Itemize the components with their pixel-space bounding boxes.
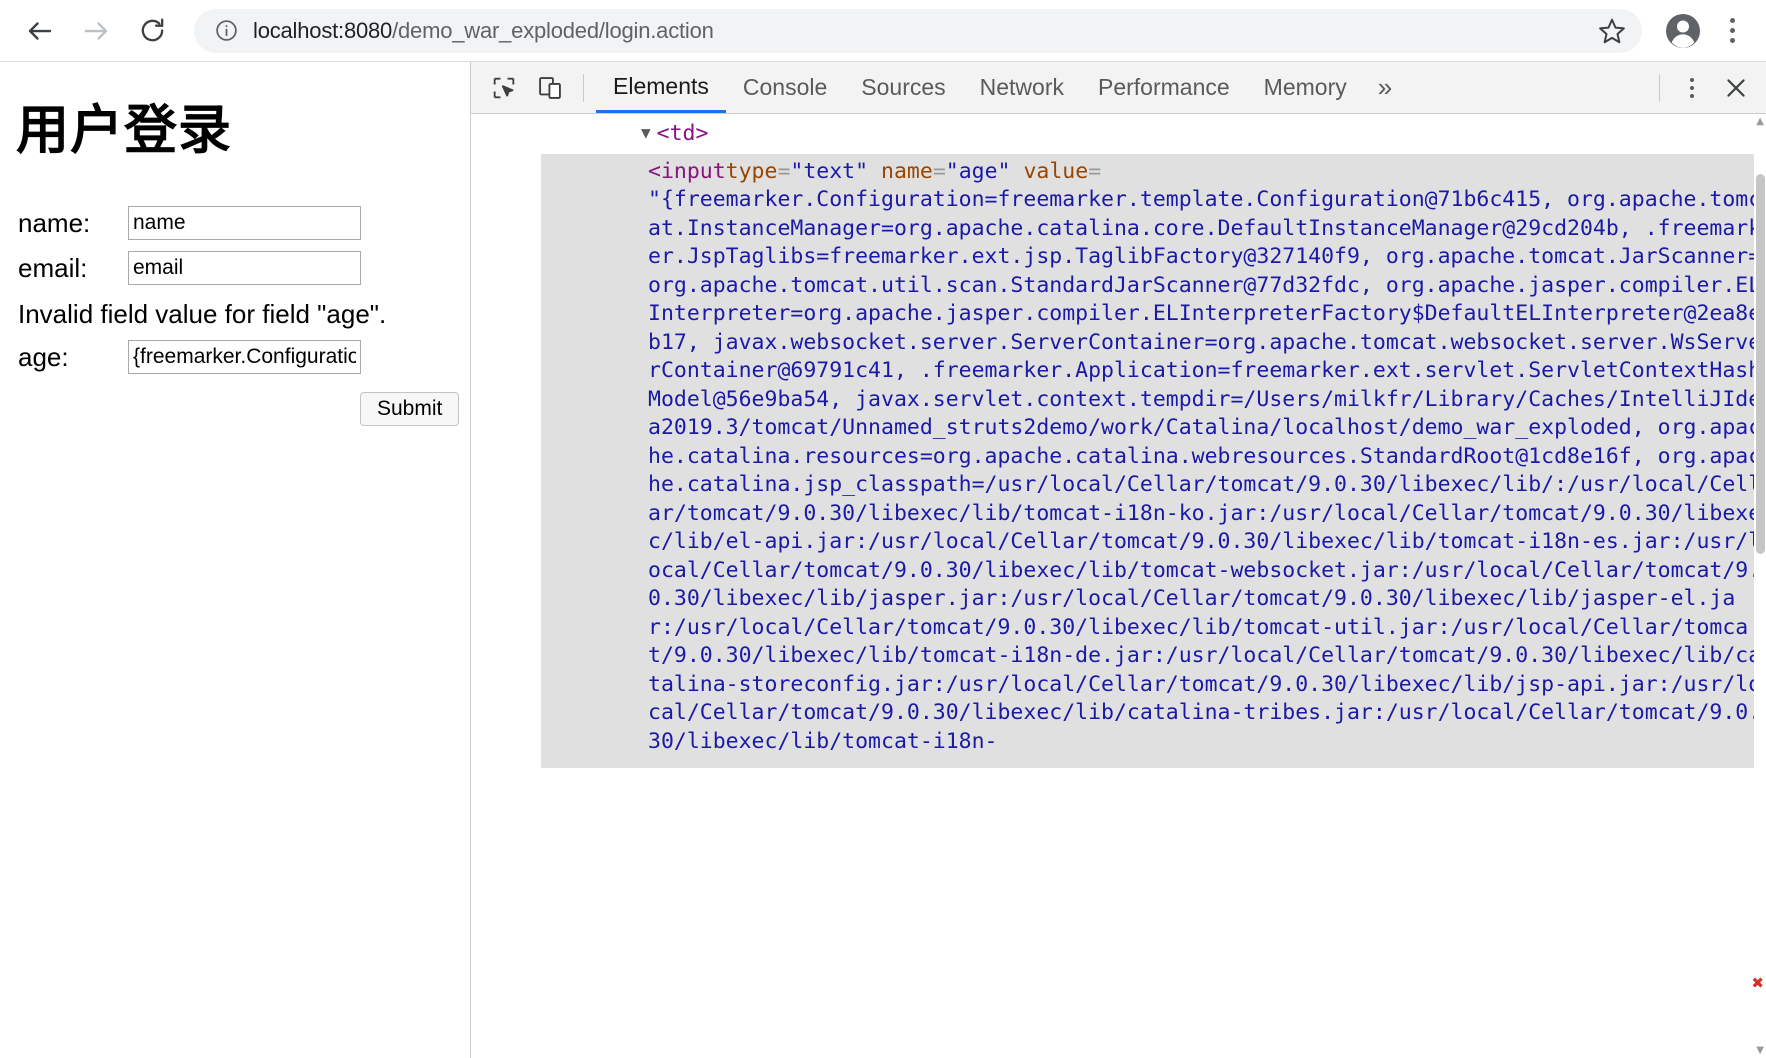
- email-input[interactable]: [128, 251, 361, 285]
- attr-type-name: type: [725, 158, 778, 184]
- name-label: name:: [18, 207, 91, 238]
- devtools-toolbar-right: [1647, 66, 1766, 110]
- scroll-down-arrow-icon[interactable]: ▼: [1756, 1045, 1764, 1056]
- email-label: email:: [18, 252, 88, 283]
- toolbar-divider: [583, 73, 584, 102]
- attr-value-name: value: [1023, 158, 1089, 184]
- close-devtools-icon[interactable]: [1712, 66, 1760, 110]
- attr-value-text: "{freemarker.Configuration=freemarker.te…: [648, 187, 1762, 754]
- attr-name-value: "age": [945, 158, 1011, 184]
- tree-node-input-selected[interactable]: ⋯ <inputtype="text" name="age" value= "{…: [541, 153, 1766, 768]
- star-icon[interactable]: [1592, 11, 1632, 51]
- tree-scroll-area[interactable]: ▼<td> ⋯ <inputtype="text" name="age" val…: [541, 114, 1766, 1058]
- age-input[interactable]: [128, 340, 361, 374]
- url-text[interactable]: localhost:8080/demo_war_exploded/login.a…: [253, 18, 1592, 44]
- forward-button[interactable]: [72, 7, 120, 55]
- back-button[interactable]: [16, 7, 64, 55]
- devtools-panel: Elements Console Sources Network Perform…: [470, 62, 1766, 1058]
- toolbar-divider: [1659, 73, 1660, 102]
- tab-elements[interactable]: Elements: [596, 62, 726, 113]
- devtools-vertical-scrollbar[interactable]: ▲ ▼ ✖: [1751, 114, 1766, 1058]
- url-path: /demo_war_exploded/login.action: [392, 17, 714, 43]
- browser-toolbar: localhost:8080/demo_war_exploded/login.a…: [0, 0, 1766, 62]
- inspect-element-icon[interactable]: [483, 67, 525, 109]
- attr-name-name: name: [881, 158, 933, 184]
- tree-node-input-open-tag: <inputtype="text" name="age" value=: [648, 158, 1102, 184]
- menu-dot: [1729, 28, 1735, 33]
- submit-row: Submit: [18, 392, 470, 426]
- form-row-name: name:: [18, 204, 470, 242]
- avatar[interactable]: [1662, 10, 1704, 52]
- tab-sources[interactable]: Sources: [844, 62, 962, 113]
- url-host: localhost:8080: [253, 17, 393, 43]
- address-bar[interactable]: localhost:8080/demo_war_exploded/login.a…: [194, 8, 1642, 53]
- name-input[interactable]: [128, 206, 361, 240]
- device-toolbar-icon[interactable]: [529, 67, 571, 109]
- tree-gutter: [471, 114, 541, 1058]
- login-form: name: email: Invalid field value for fie…: [0, 204, 470, 426]
- field-error-message: Invalid field value for field "age".: [18, 299, 387, 329]
- forward-arrow-icon: [81, 16, 111, 46]
- back-arrow-icon: [25, 16, 55, 46]
- devtools-toolbar: Elements Console Sources Network Perform…: [471, 62, 1766, 114]
- menu-dot: [1729, 38, 1735, 43]
- age-label: age:: [18, 341, 69, 372]
- submit-button[interactable]: Submit: [360, 392, 460, 426]
- page-title: 用户登录: [16, 101, 232, 160]
- more-tabs-chevron-icon[interactable]: »: [1364, 62, 1406, 113]
- web-page-viewport: 用户登录 name: email: Invalid field value fo…: [0, 62, 470, 1058]
- input-tag-text: <input: [648, 158, 726, 184]
- menu-dot: [1729, 18, 1735, 23]
- reload-icon: [138, 16, 167, 45]
- menu-dot: [1690, 85, 1694, 90]
- error-marker-icon: ✖: [1751, 974, 1764, 992]
- tab-console[interactable]: Console: [726, 62, 844, 113]
- menu-dot: [1690, 77, 1694, 82]
- menu-dot: [1690, 93, 1694, 98]
- elements-tree-panel[interactable]: ▼<td> ⋯ <inputtype="text" name="age" val…: [471, 114, 1766, 1058]
- attr-type-value: "text": [790, 158, 869, 184]
- tree-node-td[interactable]: ▼ <td>: [541, 114, 1766, 154]
- reload-button[interactable]: [128, 7, 176, 55]
- three-dot-menu-icon[interactable]: [1710, 10, 1754, 52]
- form-row-age: age:: [18, 338, 470, 376]
- info-circle-icon[interactable]: [214, 18, 239, 43]
- devtools-menu-icon[interactable]: [1672, 68, 1712, 108]
- scrollbar-thumb[interactable]: [1756, 174, 1765, 554]
- scroll-up-arrow-icon[interactable]: ▲: [1756, 116, 1764, 127]
- form-row-email: email:: [18, 249, 470, 287]
- tab-performance[interactable]: Performance: [1081, 62, 1247, 113]
- tree-node-td-line: ▼ <td>: [641, 121, 708, 146]
- tab-network[interactable]: Network: [963, 62, 1081, 113]
- tab-memory[interactable]: Memory: [1247, 62, 1364, 113]
- expand-triangle-icon[interactable]: ▼: [641, 119, 651, 148]
- td-tag-text: <td>: [656, 121, 709, 146]
